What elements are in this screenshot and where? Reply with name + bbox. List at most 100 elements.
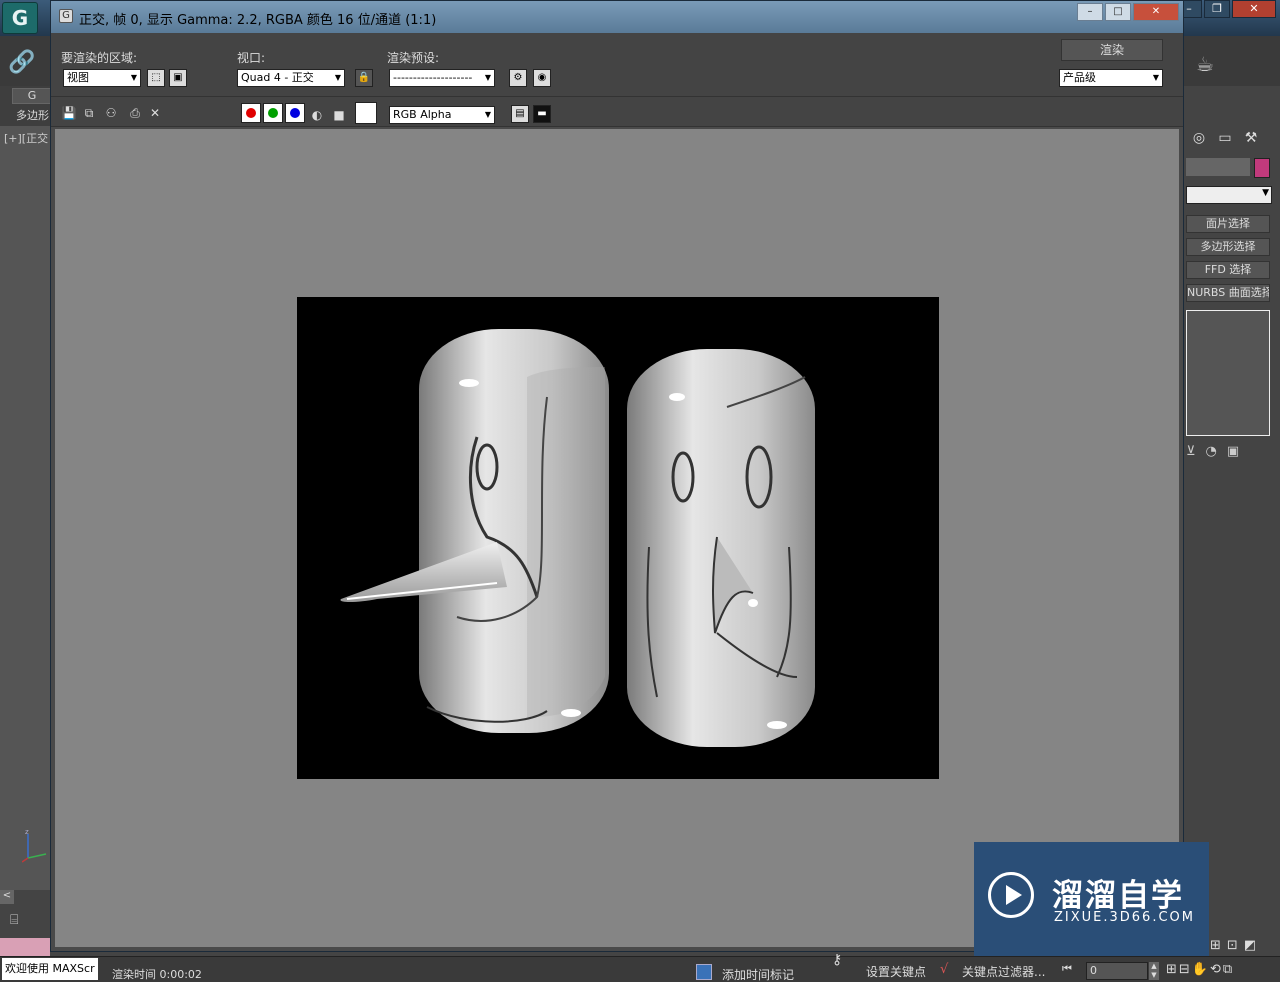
area-to-render-label: 要渲染的区域: [61, 51, 138, 65]
channel-display-dropdown[interactable]: RGB Alpha [389, 106, 495, 124]
app-logo-button[interactable]: G [2, 2, 38, 34]
monochrome-icon[interactable]: ■ [331, 107, 347, 123]
green-channel-button[interactable] [263, 103, 283, 123]
add-to-compare-icon[interactable]: ⚇ [103, 105, 119, 121]
maximize-viewport-icon[interactable]: ⧉ [1223, 962, 1232, 977]
render-window-icon: G [59, 9, 73, 23]
command-panel-tabs: ◎ ▭ ⚒ [1188, 130, 1262, 150]
viewport-label-rw: 视口: [237, 51, 266, 65]
zoom-icon[interactable]: ⊞ [1210, 938, 1221, 953]
image-toolbar [51, 97, 1183, 127]
render-quality-dropdown[interactable]: 产品级 [1059, 69, 1163, 87]
render-button[interactable]: 渲染 [1061, 39, 1163, 61]
axis-gizmo-icon: z [22, 828, 47, 863]
render-window-title: 正交, 帧 0, 显示 Gamma: 2.2, RGBA 颜色 16 位/通道 … [79, 13, 437, 28]
utilities-tab-icon[interactable]: ⚒ [1240, 130, 1262, 150]
toggle-ui-overlay-icon[interactable]: ▤ [511, 105, 529, 123]
play-icon [988, 872, 1034, 918]
frame-spinner[interactable]: ▲ ▼ [1149, 962, 1159, 980]
set-key-button[interactable]: 设置关键点 [866, 963, 926, 980]
select-and-link-icon[interactable]: 🔗 [8, 50, 35, 75]
pan-icon[interactable]: ✋ [1192, 962, 1208, 977]
watermark-logo: 溜溜自学 ZIXUE.3D66.COM [974, 842, 1209, 956]
render-teapot-icon[interactable]: ☕ [1196, 52, 1214, 76]
zoom-all-icon[interactable]: ⊟ [1179, 962, 1190, 977]
viewport-label[interactable]: [+][正交 [4, 130, 48, 146]
nurbs-surface-select-button[interactable]: NURBS 曲面选择 [1186, 284, 1270, 302]
edit-region-button[interactable]: ⬚ [147, 69, 165, 87]
render-window-minimize-button[interactable]: – [1077, 3, 1103, 21]
object-name-field[interactable] [1186, 158, 1250, 176]
render-preset-dropdown[interactable]: -------------------- [389, 69, 495, 87]
print-image-icon[interactable]: ⎙ [127, 105, 143, 121]
display-alpha-icon[interactable]: ◐ [309, 107, 325, 123]
left-object [340, 329, 609, 733]
app-close-button[interactable]: ✕ [1232, 0, 1276, 18]
save-image-icon[interactable]: 💾 [61, 105, 77, 121]
background-color-swatch[interactable] [355, 102, 377, 124]
blue-channel-dot [290, 108, 300, 118]
time-tag-icon[interactable] [696, 964, 712, 980]
clear-image-icon[interactable]: ✕ [147, 105, 163, 121]
show-end-result-icon[interactable]: ◔ [1206, 444, 1217, 459]
clone-window-icon[interactable]: ⧉ [81, 105, 97, 121]
ribbon-tab-g[interactable]: G [12, 88, 52, 104]
goto-start-icon[interactable]: ⏮ [1062, 962, 1072, 976]
maxscript-listener-strip[interactable] [0, 938, 50, 958]
render-setup-icon[interactable]: ⚙ [509, 69, 527, 87]
display-tab-icon[interactable]: ▭ [1214, 130, 1236, 150]
zoom-extents-icon[interactable]: ⊞ [1166, 962, 1177, 977]
viewport-scroll-left-button[interactable]: < [0, 890, 14, 904]
patch-select-button[interactable]: 面片选择 [1186, 215, 1270, 233]
watermark-url: ZIXUE.3D66.COM [1054, 910, 1195, 925]
red-channel-dot [246, 108, 256, 118]
modifier-stack-list[interactable] [1186, 310, 1270, 436]
toggle-ui-icon[interactable]: ▬ [533, 105, 551, 123]
viewport-nav-controls-top: ⊞ ⊡ ◩ [1210, 938, 1256, 953]
watermark-name: 溜溜自学 [1052, 878, 1184, 914]
add-time-tag-button[interactable]: 添加时间标记 [722, 966, 794, 982]
maxscript-mini-listener[interactable]: 欢迎使用 MAXScr [2, 958, 98, 980]
svg-text:z: z [25, 828, 29, 836]
key-filters-button[interactable]: 关键点过滤器... [962, 963, 1045, 980]
viewport-dropdown[interactable]: Quad 4 - 正交 [237, 69, 345, 87]
lock-viewport-icon[interactable]: 🔒 [355, 69, 373, 87]
ffd-select-button[interactable]: FFD 选择 [1186, 261, 1270, 279]
orbit-icon[interactable]: ⟲ [1210, 962, 1221, 977]
render-window-maximize-button[interactable]: □ [1105, 3, 1131, 21]
render-settings-toolbar [51, 33, 1183, 97]
render-window-close-button[interactable]: ✕ [1133, 3, 1179, 21]
motion-tab-icon[interactable]: ◎ [1188, 130, 1210, 150]
rendered-objects [340, 329, 815, 747]
current-frame-field[interactable]: 0 [1086, 962, 1148, 980]
object-color-swatch[interactable] [1254, 158, 1270, 178]
modifier-list-dropdown[interactable] [1186, 186, 1272, 204]
configure-sets-icon[interactable]: ▣ [1227, 444, 1239, 459]
environment-effects-icon[interactable]: ◉ [533, 69, 551, 87]
viewport-nav-controls: ⊞ ⊟ ✋ ⟲ ⧉ [1166, 962, 1232, 977]
pin-stack-icon[interactable]: ⊻ [1186, 444, 1196, 459]
auto-region-button[interactable]: ▣ [169, 69, 187, 87]
area-to-render-dropdown[interactable]: 视图 [63, 69, 141, 87]
zoom-extents-all-icon[interactable]: ⊡ [1227, 938, 1238, 953]
poly-select-button[interactable]: 多边形选择 [1186, 238, 1270, 256]
time-slider-icon[interactable]: ⌸ [10, 912, 18, 928]
app-restore-button[interactable]: ❐ [1204, 0, 1230, 18]
render-canvas [55, 129, 1179, 947]
rendered-image [297, 297, 939, 779]
app-window-controls: – ❐ ✕ [1174, 0, 1276, 18]
red-channel-button[interactable] [241, 103, 261, 123]
render-time-status: 渲染时间 0:00:02 [112, 968, 202, 981]
blue-channel-button[interactable] [285, 103, 305, 123]
green-channel-dot [268, 108, 278, 118]
key-filter-icon[interactable]: √ [940, 962, 948, 977]
viewport[interactable] [0, 126, 50, 890]
render-window-controls: – □ ✕ [1077, 3, 1179, 21]
field-of-view-icon[interactable]: ◩ [1244, 938, 1256, 953]
key-icon[interactable]: ⚷ [832, 952, 842, 968]
rendered-frame-window: G 正交, 帧 0, 显示 Gamma: 2.2, RGBA 颜色 16 位/通… [50, 0, 1184, 952]
right-object [627, 349, 815, 747]
stack-tools: ⊻ ◔ ▣ [1186, 444, 1239, 459]
ribbon-polygon-label[interactable]: 多边形 [16, 107, 49, 123]
render-preset-label: 渲染预设: [387, 51, 440, 65]
